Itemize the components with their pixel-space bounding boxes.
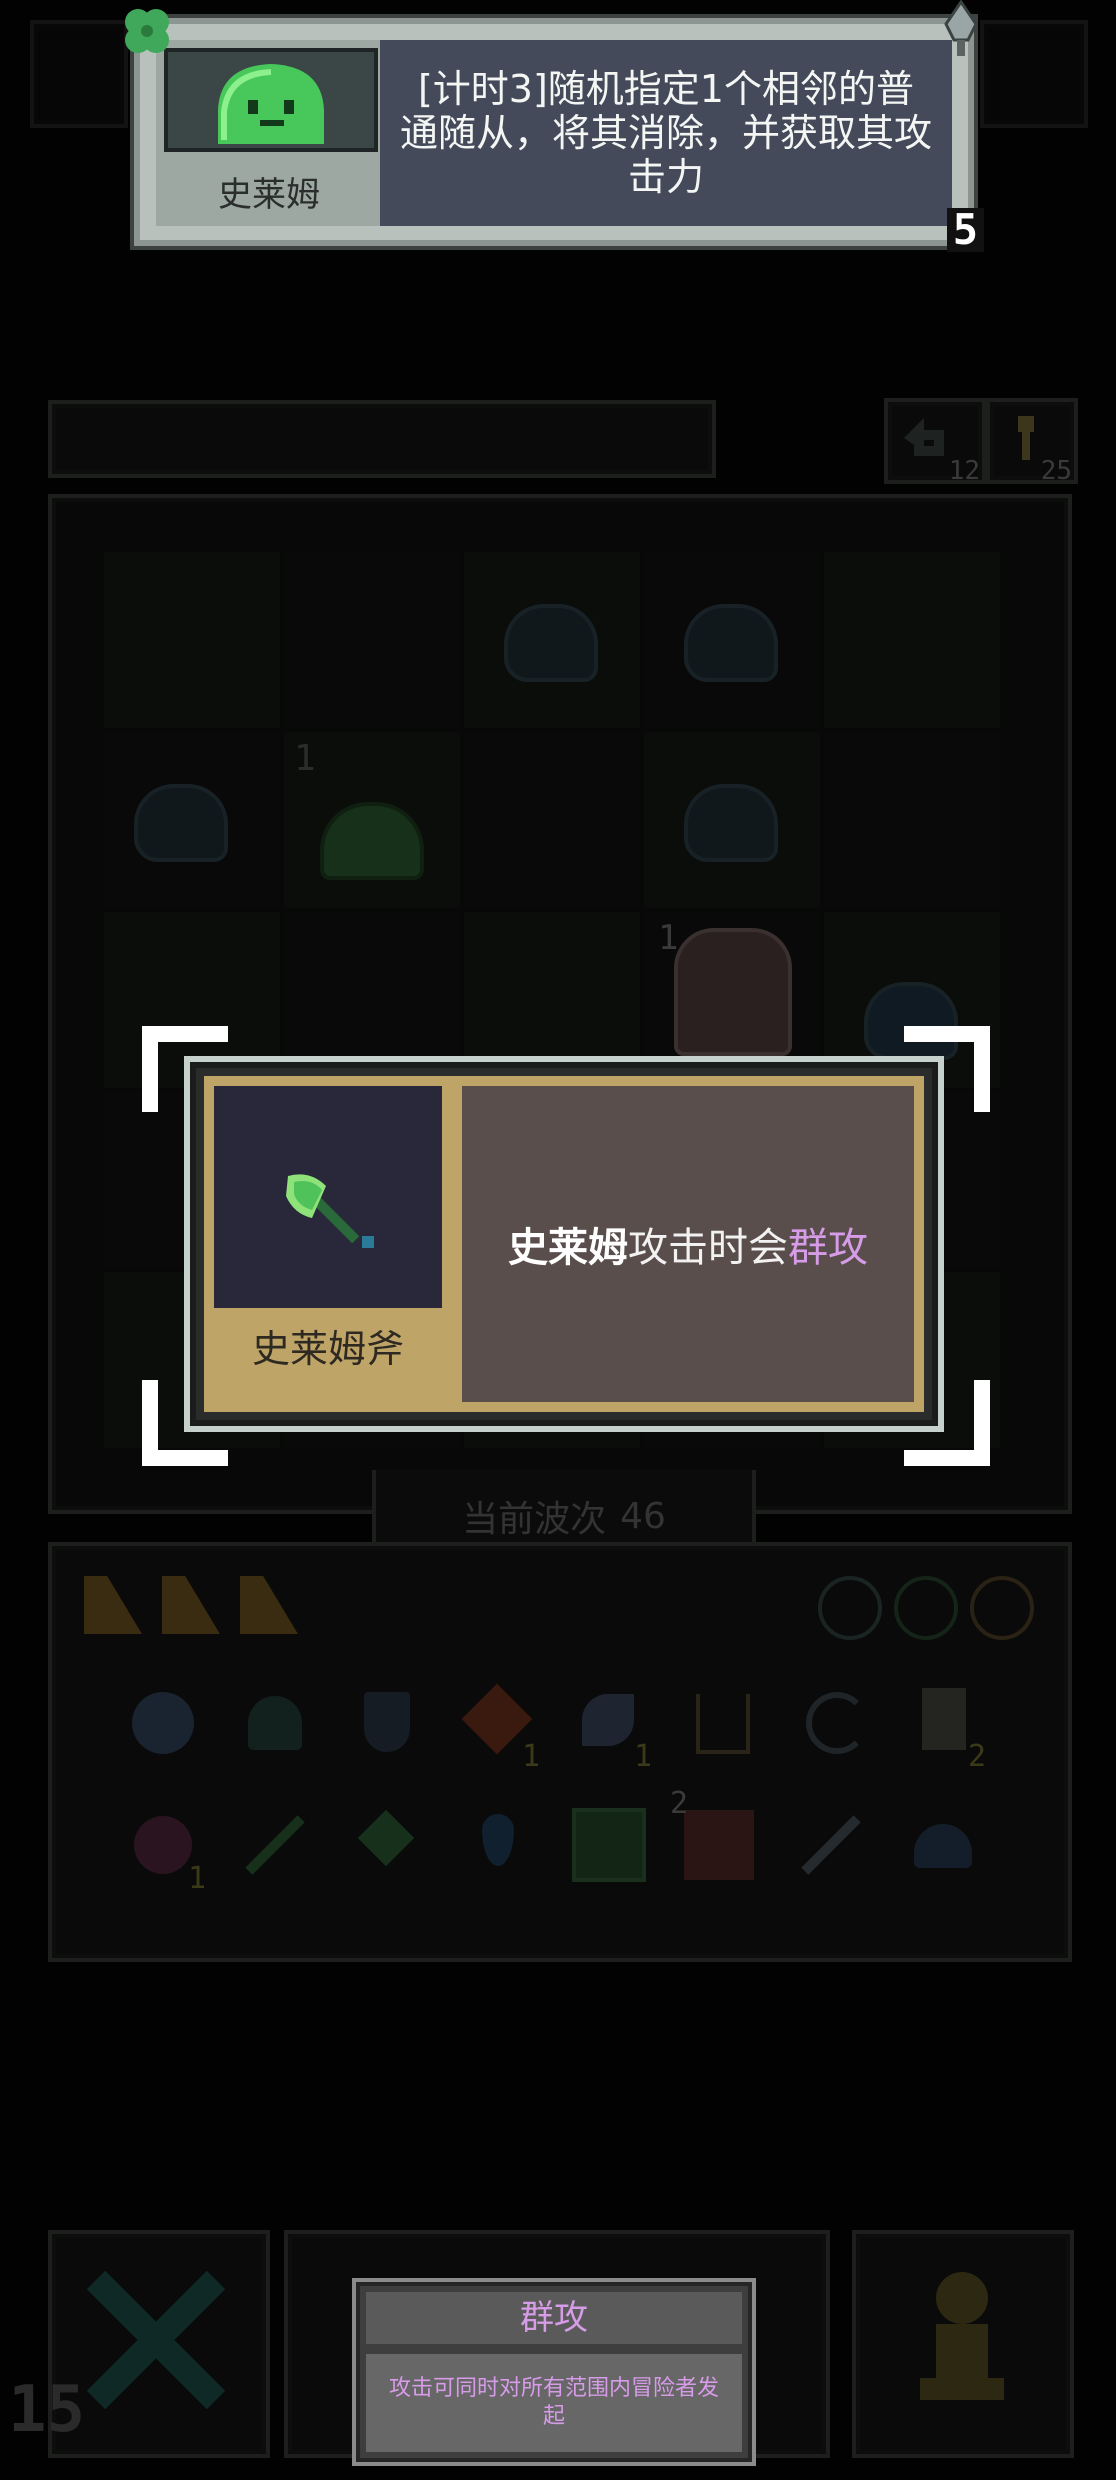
board-cell[interactable] (104, 552, 280, 728)
scythe-item-icon[interactable] (786, 1678, 876, 1768)
water-drop-item-icon[interactable] (452, 1800, 542, 1890)
pawn-button[interactable] (852, 2230, 1074, 2458)
effect-middle: 攻击时会 (628, 1225, 788, 1271)
key-counter-button[interactable]: 25 (986, 398, 1078, 486)
tooltip-title: 群攻 (366, 2292, 742, 2344)
keyword-tooltip: 群攻 攻击可同时对所有范围内冒险者发起 (352, 2278, 756, 2466)
slime-icon (218, 64, 324, 144)
green-tome-item-icon[interactable] (564, 1800, 654, 1890)
ghost-minion-icon (684, 604, 778, 682)
pawn-icon (920, 2272, 1004, 2400)
key-count: 25 (1040, 456, 1072, 486)
board-cell[interactable] (644, 552, 820, 728)
unit-name: 史莱姆 (218, 175, 320, 215)
item-count-badge: 1 (521, 1739, 540, 1774)
undo-icon (904, 418, 944, 456)
item-icon-box (214, 1086, 442, 1308)
board-cell[interactable] (824, 732, 1000, 908)
gem-slot-icon[interactable] (894, 1576, 958, 1640)
board-cell[interactable] (284, 552, 460, 728)
dagger-item-icon[interactable] (786, 1800, 876, 1890)
unit-description: [计时3]随机指定1个相邻的普通随从，将其消除，并获取其攻击力 (380, 40, 952, 226)
unit-portrait: 史莱姆 (156, 40, 382, 226)
helmet-item-icon[interactable] (230, 1678, 320, 1768)
item-count-badge: 1 (187, 1861, 206, 1896)
unit-info-card: 史莱姆 [计时3]随机指定1个相邻的普通随从，将其消除，并获取其攻击力 5 (125, 0, 984, 252)
undo-count: 12 (948, 456, 980, 486)
popup-body: 史莱姆斧 史莱姆 攻击时会 群攻 (204, 1076, 924, 1412)
board-cell[interactable] (104, 732, 280, 908)
item-effect: 史莱姆 攻击时会 群攻 (462, 1086, 914, 1402)
board-cell[interactable]: 1 (284, 732, 460, 908)
tooltip-body: 攻击可同时对所有范围内冒险者发起 (366, 2354, 742, 2452)
board-cell[interactable] (644, 732, 820, 908)
skull-orb-item-icon[interactable]: 1 (118, 1800, 208, 1896)
effect-subject: 史莱姆 (508, 1225, 628, 1271)
board-cell[interactable] (824, 552, 1000, 728)
item-name: 史莱姆斧 (251, 1327, 404, 1371)
board-cell[interactable] (464, 552, 640, 728)
gem-slot-icon[interactable] (970, 1576, 1034, 1640)
trident-item-icon[interactable] (674, 1678, 764, 1768)
wave-value: 46 (620, 1495, 666, 1537)
top-left-slot (30, 20, 128, 128)
hero-level-badge: 1 (658, 918, 679, 958)
gem-slot-icon[interactable] (818, 1576, 882, 1640)
item-count-badge: 2 (670, 1786, 689, 1821)
slime-level-badge: 1 (294, 738, 316, 779)
ghost-minion-icon (684, 784, 778, 862)
unit-card-count: 5 (946, 208, 984, 252)
undo-counter-button[interactable]: 12 (884, 398, 986, 486)
winged-weapon-item-icon[interactable]: 1 (564, 1678, 654, 1774)
effect-keyword-link[interactable]: 群攻 (788, 1215, 868, 1273)
item-detail-popup: 史莱姆斧 史莱姆 攻击时会 群攻 (184, 1056, 944, 1432)
shield-blue-item-icon[interactable] (118, 1678, 208, 1768)
item-count-badge: 1 (633, 1739, 652, 1774)
board-cell[interactable] (464, 732, 640, 908)
slime-axe-inventory-icon[interactable] (342, 1800, 432, 1890)
hero-portrait-icon (674, 928, 792, 1056)
close-icon (86, 2270, 226, 2410)
ghost-minion-icon (134, 784, 228, 862)
item-count-badge: 2 (967, 1739, 986, 1774)
scroll-item-icon[interactable]: 2 (898, 1678, 988, 1774)
slime-unit-icon (320, 802, 424, 880)
portrait-frame (164, 48, 378, 152)
card-slot[interactable] (240, 1576, 298, 1634)
timer-counter: 15 (8, 2373, 86, 2447)
card-slot[interactable] (84, 1576, 142, 1634)
top-right-slot (980, 20, 1088, 128)
card-slot[interactable] (162, 1576, 220, 1634)
fire-axe-item-icon[interactable]: 1 (452, 1678, 542, 1774)
sword-rank-icon (944, 0, 978, 56)
green-sword-item-icon[interactable] (230, 1800, 320, 1890)
stage-name-bar (48, 400, 716, 478)
ghost-minion-icon (504, 604, 598, 682)
blue-hat-item-icon[interactable] (898, 1800, 988, 1890)
clover-icon (125, 9, 169, 53)
inventory-panel: 1 1 2 1 2 (48, 1542, 1072, 1962)
shield-item-icon[interactable] (342, 1678, 432, 1768)
slime-axe-icon (286, 1174, 374, 1248)
red-cards-item-icon[interactable]: 2 (670, 1786, 764, 1890)
wave-label: 当前波次 (462, 1499, 607, 1540)
